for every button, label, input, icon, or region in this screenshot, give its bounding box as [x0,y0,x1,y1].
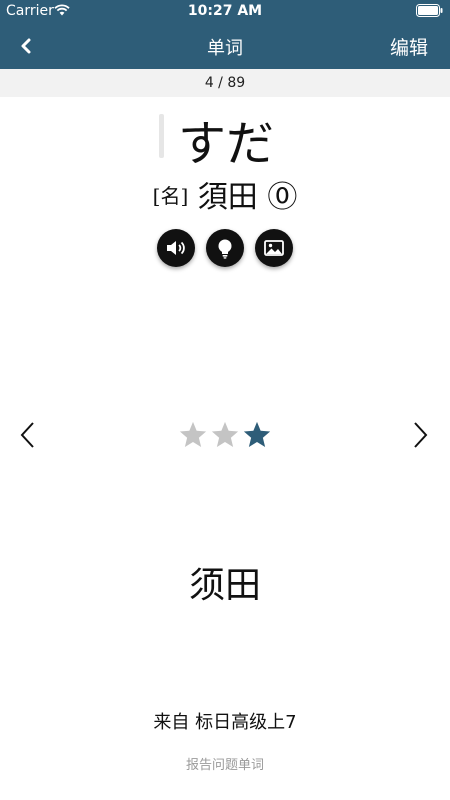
star-icon[interactable] [242,420,272,450]
word-kana: すだ [178,116,275,172]
header: Carrier 10:27 AM 单词 编辑 [0,0,450,69]
lightbulb-icon [218,239,232,259]
next-word-button[interactable] [410,420,430,454]
word-kanji: 須田 [197,180,258,215]
source-lesson: 来自 标日高级上7 [153,712,297,733]
battery-icon [416,4,443,17]
status-bar: Carrier 10:27 AM [0,0,450,22]
familiarity-rating[interactable] [178,420,274,450]
edit-button[interactable]: 编辑 [390,33,428,60]
kana-accent-bar [159,114,164,158]
chevron-left-icon [20,422,34,448]
pronounce-button[interactable] [157,229,195,267]
nav-title: 单词 [207,38,243,59]
pitch-accent: ⓪ [267,180,298,215]
star-icon[interactable] [210,420,240,450]
word-line: [名] 須田 ⓪ [0,172,450,216]
chevron-right-icon [414,422,428,448]
hint-button[interactable] [206,229,244,267]
previous-word-button[interactable] [18,420,38,454]
image-icon [264,240,284,256]
image-button[interactable] [255,229,293,267]
report-issue-link[interactable]: 报告问题单词 [0,754,450,773]
clock: 10:27 AM [187,3,263,19]
part-of-speech: [名] [152,184,189,208]
nav-bar: 单词 编辑 [0,22,450,69]
star-icon[interactable] [178,420,208,450]
progress-counter: 4 / 89 [0,69,450,97]
word-meaning: 须田 [188,565,261,606]
speaker-icon [167,241,185,255]
